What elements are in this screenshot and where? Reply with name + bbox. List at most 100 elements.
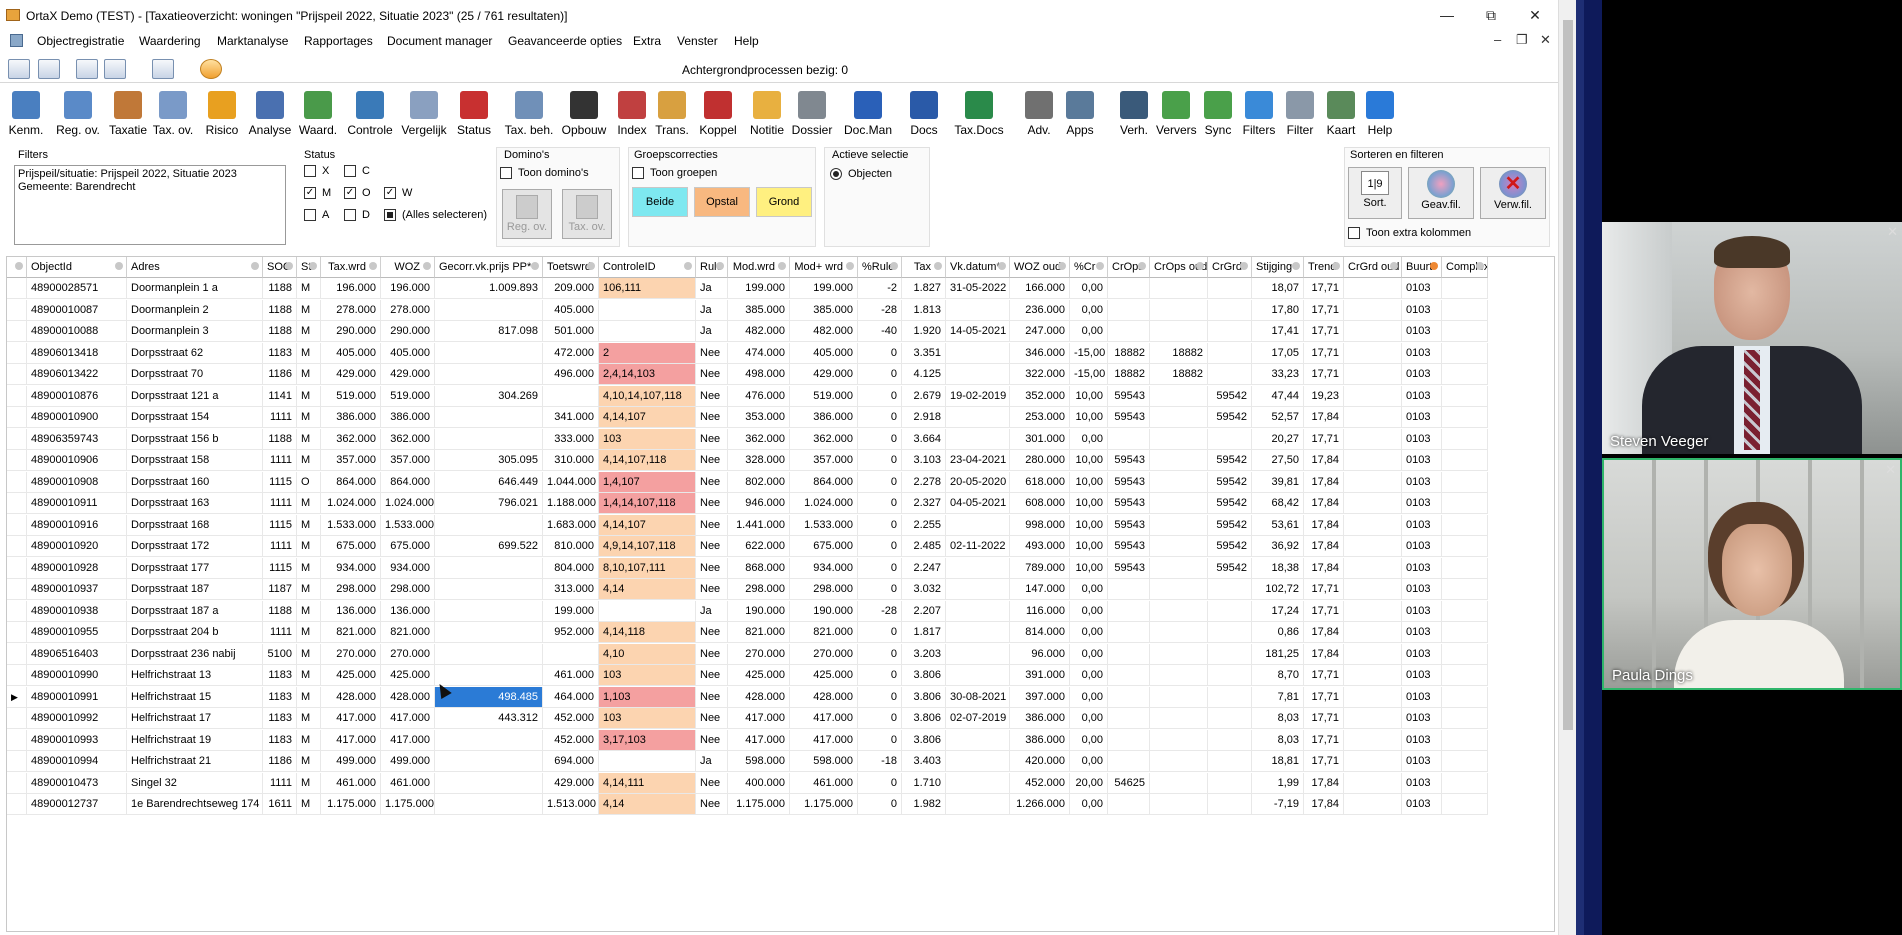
table-cell[interactable]: 48900010994 (27, 751, 127, 772)
table-cell[interactable]: 17,71 (1304, 686, 1344, 708)
table-cell[interactable]: 0103 (1402, 299, 1442, 321)
table-cell[interactable] (543, 385, 599, 407)
table-cell[interactable]: -2 (858, 278, 902, 299)
table-cell[interactable]: M (297, 536, 321, 557)
table-cell[interactable]: 4,14 (599, 579, 696, 600)
table-cell[interactable]: 998.000 (1010, 514, 1070, 536)
table-cell[interactable] (1108, 708, 1150, 729)
table-cell[interactable]: 397.000 (1010, 686, 1070, 708)
table-cell[interactable]: 1115 (263, 514, 297, 536)
table-cell[interactable]: 493.000 (1010, 536, 1070, 557)
table-cell[interactable]: 0 (858, 665, 902, 686)
table-cell[interactable]: 4,14,107,118 (599, 450, 696, 471)
table-cell[interactable]: 48900010920 (27, 536, 127, 557)
table-cell[interactable]: 47,44 (1252, 385, 1304, 407)
row-indicator[interactable] (7, 493, 27, 514)
table-row[interactable]: 48900010955 Dorpsstraat 204 b 1111 M 821.000… (7, 622, 1554, 643)
table-cell[interactable]: 4,10 (599, 643, 696, 665)
ribbon-doc-man-button[interactable]: Doc.Man (840, 91, 896, 145)
table-cell[interactable]: 3.203 (902, 643, 946, 665)
table-cell[interactable]: M (297, 643, 321, 665)
table-cell[interactable]: 405.000 (543, 299, 599, 321)
table-cell[interactable]: 17,84 (1304, 536, 1344, 557)
table-cell[interactable]: 934.000 (321, 557, 381, 579)
table-cell[interactable]: 301.000 (1010, 428, 1070, 450)
table-cell[interactable]: 386.000 (790, 407, 858, 428)
table-cell[interactable]: 48900010911 (27, 493, 127, 514)
table-cell[interactable]: Nee (696, 385, 728, 407)
tile-close-icon[interactable]: ✕ (1887, 224, 1898, 240)
table-cell[interactable]: 10,00 (1070, 493, 1108, 514)
table-row[interactable]: 48900010473 Singel 32 1111 M 461.000 461.000 4… (7, 772, 1554, 794)
column-header[interactable]: WOZ oud (1010, 257, 1070, 278)
table-cell[interactable]: 1.175.000 (321, 794, 381, 815)
table-cell[interactable]: 10,00 (1070, 557, 1108, 579)
row-indicator[interactable] (7, 364, 27, 385)
table-cell[interactable]: 59542 (1208, 450, 1252, 471)
table-cell[interactable]: 8,70 (1252, 665, 1304, 686)
table-cell[interactable] (1442, 686, 1488, 708)
table-cell[interactable] (1208, 686, 1252, 708)
table-cell[interactable]: 17,84 (1304, 514, 1344, 536)
table-cell[interactable] (1344, 514, 1402, 536)
table-cell[interactable]: 461.000 (321, 772, 381, 794)
menu-geavanceerde-opties[interactable]: Geavanceerde opties (508, 34, 622, 48)
table-cell[interactable]: 428.000 (381, 686, 435, 708)
table-cell[interactable] (946, 407, 1010, 428)
table-cell[interactable]: 209.000 (543, 278, 599, 299)
status-d-checkbox[interactable] (344, 209, 356, 221)
table-cell[interactable]: 498.485 (435, 686, 543, 708)
table-cell[interactable]: 1183 (263, 686, 297, 708)
table-cell[interactable] (435, 407, 543, 428)
menu-waardering[interactable]: Waardering (139, 34, 201, 48)
table-cell[interactable]: Helfrichstraat 19 (127, 729, 263, 751)
table-cell[interactable]: Dorpsstraat 154 (127, 407, 263, 428)
table-cell[interactable]: -40 (858, 321, 902, 342)
table-cell[interactable]: 17,71 (1304, 600, 1344, 622)
table-cell[interactable] (435, 794, 543, 815)
table-cell[interactable] (599, 600, 696, 622)
table-cell[interactable]: 0 (858, 342, 902, 364)
ribbon-filter-button[interactable]: Filter (1282, 91, 1318, 145)
table-cell[interactable] (946, 428, 1010, 450)
table-cell[interactable] (946, 751, 1010, 772)
table-cell[interactable] (599, 751, 696, 772)
table-cell[interactable] (1150, 321, 1208, 342)
table-cell[interactable]: 1.266.000 (1010, 794, 1070, 815)
table-cell[interactable]: 48900028571 (27, 278, 127, 299)
table-row[interactable]: 48900010990 Helfrichstraat 13 1183 M 425.000… (7, 665, 1554, 686)
table-cell[interactable]: 428.000 (790, 686, 858, 708)
table-cell[interactable]: Ja (696, 321, 728, 342)
table-cell[interactable]: 417.000 (728, 729, 790, 751)
table-cell[interactable]: 27,50 (1252, 450, 1304, 471)
filters-summary[interactable]: Prijspeil/situatie: Prijspeil 2022, Situ… (14, 165, 286, 245)
video-tile-1[interactable]: Steven Veeger ✕ (1602, 222, 1902, 454)
table-cell[interactable]: 1183 (263, 342, 297, 364)
table-cell[interactable]: 0,00 (1070, 686, 1108, 708)
row-indicator[interactable] (7, 643, 27, 665)
table-cell[interactable]: Dorpsstraat 187 (127, 579, 263, 600)
ribbon-apps-button[interactable]: Apps (1062, 91, 1098, 145)
table-cell[interactable]: 0,00 (1070, 751, 1108, 772)
table-cell[interactable] (946, 364, 1010, 385)
sort-button[interactable]: 1|9 Sort. (1348, 167, 1402, 219)
table-cell[interactable]: M (297, 708, 321, 729)
table-cell[interactable]: 4.125 (902, 364, 946, 385)
table-cell[interactable]: 461.000 (543, 665, 599, 686)
table-cell[interactable] (1344, 278, 1402, 299)
table-cell[interactable]: 17,84 (1304, 407, 1344, 428)
row-indicator[interactable] (7, 622, 27, 643)
table-cell[interactable]: 3.403 (902, 751, 946, 772)
mdi-restore-button[interactable]: ❐ (1516, 32, 1528, 48)
table-cell[interactable]: 804.000 (543, 557, 599, 579)
table-cell[interactable]: 429.000 (790, 364, 858, 385)
table-cell[interactable]: 341.000 (543, 407, 599, 428)
table-cell[interactable]: 23-04-2021 (946, 450, 1010, 471)
table-cell[interactable]: 362.000 (790, 428, 858, 450)
table-cell[interactable]: 0103 (1402, 622, 1442, 643)
table-cell[interactable]: 313.000 (543, 579, 599, 600)
table-cell[interactable]: 1.009.893 (435, 278, 543, 299)
maximize-button[interactable]: ⧉ (1476, 4, 1506, 26)
table-cell[interactable]: 48900010990 (27, 665, 127, 686)
table-cell[interactable] (1442, 321, 1488, 342)
